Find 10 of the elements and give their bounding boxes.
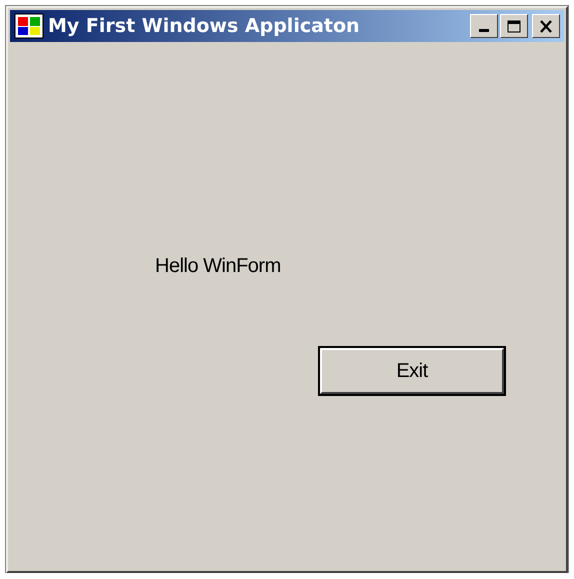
maximize-button[interactable] xyxy=(500,14,528,38)
window-title: My First Windows Applicaton xyxy=(48,15,361,37)
maximize-icon xyxy=(507,20,521,32)
close-button[interactable] xyxy=(532,14,560,38)
app-icon xyxy=(14,13,44,39)
exit-button[interactable]: Exit xyxy=(320,348,504,394)
close-icon xyxy=(539,20,553,32)
minimize-button[interactable] xyxy=(470,14,498,38)
minimize-icon xyxy=(479,29,489,32)
hello-label: Hello WinForm xyxy=(155,255,281,277)
